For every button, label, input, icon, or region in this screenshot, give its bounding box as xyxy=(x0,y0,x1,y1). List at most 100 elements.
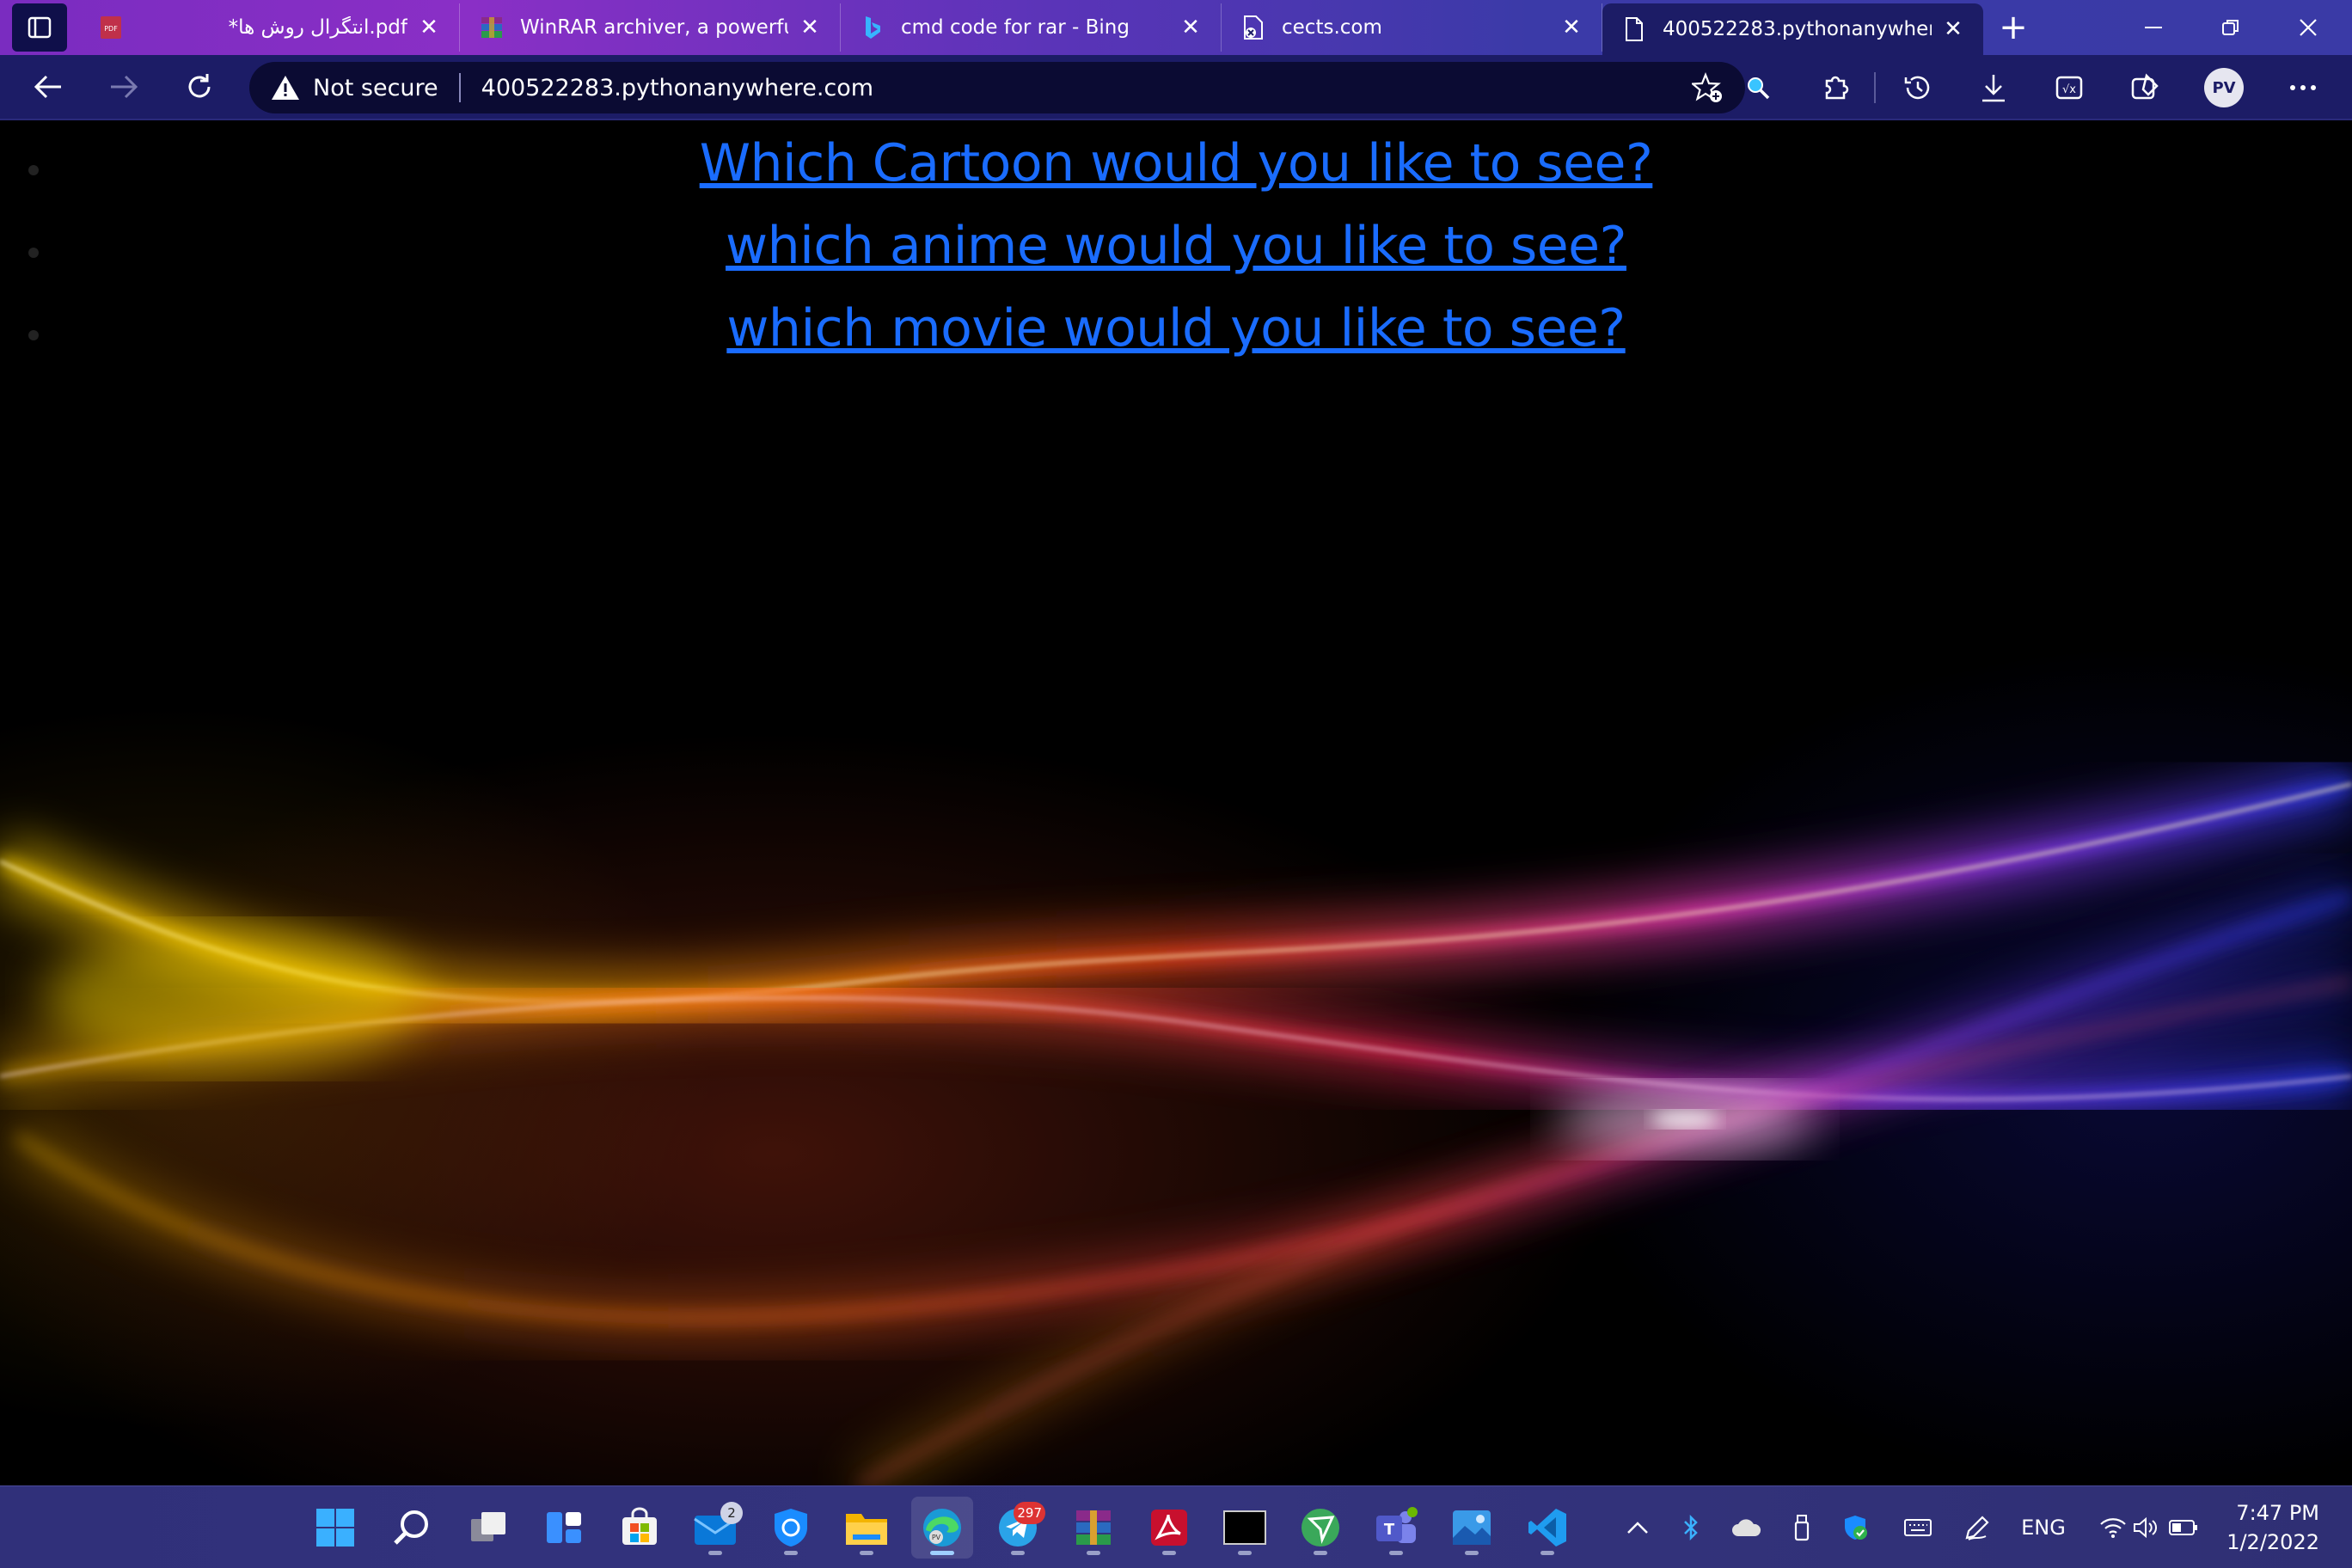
web-capture-button[interactable] xyxy=(2115,55,2175,120)
photos-button[interactable] xyxy=(1441,1497,1503,1559)
widgets-button[interactable] xyxy=(533,1497,595,1559)
terminal-button[interactable] xyxy=(1214,1497,1276,1559)
running-indicator xyxy=(1011,1551,1025,1555)
restore-icon xyxy=(2222,20,2239,35)
cartoon-link[interactable]: Which Cartoon would you like to see? xyxy=(700,133,1653,193)
svg-text:T: T xyxy=(1384,1521,1395,1539)
settings-menu-button[interactable] xyxy=(2273,55,2333,120)
math-solver-button[interactable]: √x xyxy=(2039,55,2099,120)
telegram-badge: 297 xyxy=(1014,1502,1045,1524)
web-capture-icon xyxy=(2131,73,2159,100)
forward-arrow-icon xyxy=(111,75,138,99)
clock[interactable]: 7:47 PM 1/2/2022 xyxy=(2226,1498,2319,1557)
folder-icon xyxy=(846,1514,887,1545)
keyboard-icon xyxy=(1904,1519,1932,1536)
minimize-button[interactable] xyxy=(2115,0,2192,55)
close-tab-icon[interactable]: ✕ xyxy=(1178,15,1204,40)
edge-button[interactable]: PV xyxy=(911,1497,973,1559)
pen-icon xyxy=(1965,1516,1989,1540)
edge-icon: PV xyxy=(923,1509,961,1547)
tab-actions-button[interactable] xyxy=(12,3,67,52)
refresh-button[interactable] xyxy=(162,54,237,119)
bing-icon xyxy=(860,15,885,40)
anime-link[interactable]: which anime would you like to see? xyxy=(726,216,1626,276)
teams-button[interactable]: T xyxy=(1365,1497,1427,1559)
light-streaks xyxy=(0,755,2352,1485)
extensions-button[interactable] xyxy=(1805,55,1865,120)
chevron-up-icon xyxy=(1627,1522,1648,1534)
running-indicator xyxy=(1389,1551,1403,1555)
tab-winrar[interactable]: WinRAR archiver, a powerful t ✕ xyxy=(460,3,841,52)
close-tab-icon[interactable]: ✕ xyxy=(416,15,442,40)
teams-icon: T xyxy=(1376,1507,1418,1543)
running-indicator xyxy=(1238,1551,1252,1555)
list-item: which anime would you like to see? xyxy=(0,205,2352,287)
tab-title: WinRAR archiver, a powerful t xyxy=(520,16,788,39)
winrar-button[interactable] xyxy=(1063,1497,1124,1559)
mail-button[interactable]: 2 xyxy=(684,1497,746,1559)
tab-actions-icon xyxy=(28,16,52,39)
input-language-tray[interactable]: ENG xyxy=(2012,1486,2075,1568)
svg-text:PDF: PDF xyxy=(104,25,118,33)
close-tab-icon[interactable]: ✕ xyxy=(797,15,823,40)
movie-link[interactable]: which movie would you like to see? xyxy=(726,298,1626,358)
quick-settings-tray[interactable] xyxy=(2089,1486,2209,1568)
show-hidden-icons-button[interactable] xyxy=(1616,1486,1659,1568)
bluetooth-icon xyxy=(1684,1515,1698,1540)
downloads-button[interactable] xyxy=(1963,55,2024,120)
history-button[interactable] xyxy=(1888,55,1948,120)
link-list: Which Cartoon would you like to see? whi… xyxy=(0,122,2352,370)
search-icon xyxy=(1748,77,1770,100)
tab-title: 400522283.pythonanywhere.c xyxy=(1663,18,1932,40)
url-text[interactable]: 400522283.pythonanywhere.com xyxy=(481,75,873,101)
security-tray[interactable] xyxy=(1833,1486,1877,1568)
close-tab-icon[interactable]: ✕ xyxy=(1940,16,1966,42)
tab-pythonanywhere[interactable]: 400522283.pythonanywhere.c ✕ xyxy=(1602,3,1983,55)
file-explorer-button[interactable] xyxy=(836,1497,897,1559)
touch-keyboard-tray[interactable] xyxy=(1895,1486,1941,1568)
pen-tray[interactable] xyxy=(1955,1486,2000,1568)
security-status[interactable]: Not secure xyxy=(313,75,438,101)
close-window-button[interactable] xyxy=(2269,0,2347,55)
photos-icon xyxy=(1453,1510,1491,1545)
tab-cects[interactable]: cects.com ✕ xyxy=(1222,3,1602,52)
svg-text:PV: PV xyxy=(932,1534,941,1541)
restore-button[interactable] xyxy=(2192,0,2269,55)
bluetooth-tray[interactable] xyxy=(1671,1486,1711,1568)
search-magnifier-button[interactable] xyxy=(1728,55,1788,120)
defender-button[interactable] xyxy=(760,1497,822,1559)
usb-drive-icon xyxy=(1794,1515,1810,1541)
running-indicator xyxy=(860,1551,873,1555)
tab-bing[interactable]: cmd code for rar - Bing ✕ xyxy=(841,3,1222,52)
vscode-icon xyxy=(1528,1509,1566,1547)
search-button[interactable] xyxy=(380,1497,442,1559)
vscode-button[interactable] xyxy=(1516,1497,1578,1559)
telegram-button[interactable]: 297 xyxy=(987,1497,1049,1559)
back-button[interactable] xyxy=(10,54,86,119)
close-tab-icon[interactable]: ✕ xyxy=(1559,15,1584,40)
task-view-button[interactable] xyxy=(457,1497,519,1559)
store-button[interactable] xyxy=(609,1497,671,1559)
start-button[interactable] xyxy=(304,1497,366,1559)
download-icon xyxy=(1982,75,2005,102)
warning-icon[interactable] xyxy=(270,72,301,103)
tab-title: cmd code for rar - Bing xyxy=(901,16,1130,39)
add-favorite-icon[interactable] xyxy=(1692,72,1723,103)
running-indicator xyxy=(708,1551,722,1555)
tab-pdf[interactable]: PDF *انتگرال روش ها.pdf ✕ xyxy=(79,3,460,52)
address-bar[interactable]: Not secure 400522283.pythonanywhere.com xyxy=(249,62,1745,113)
forward-button[interactable] xyxy=(86,54,162,119)
new-tab-button[interactable]: + xyxy=(1983,3,2043,52)
cloud-icon xyxy=(1732,1519,1761,1536)
profile-button[interactable]: PV xyxy=(2194,55,2254,120)
mail-badge: 2 xyxy=(720,1502,743,1524)
usb-tray[interactable] xyxy=(1779,1486,1824,1568)
tab-title: cects.com xyxy=(1282,16,1382,39)
list-bullet xyxy=(28,165,39,175)
acrobat-button[interactable] xyxy=(1138,1497,1200,1559)
onedrive-tray[interactable] xyxy=(1723,1486,1771,1568)
vpn-button[interactable] xyxy=(1289,1497,1351,1559)
math-solver-icon: √x xyxy=(2055,76,2083,100)
page-icon xyxy=(1621,16,1647,42)
widgets-icon xyxy=(547,1512,581,1543)
